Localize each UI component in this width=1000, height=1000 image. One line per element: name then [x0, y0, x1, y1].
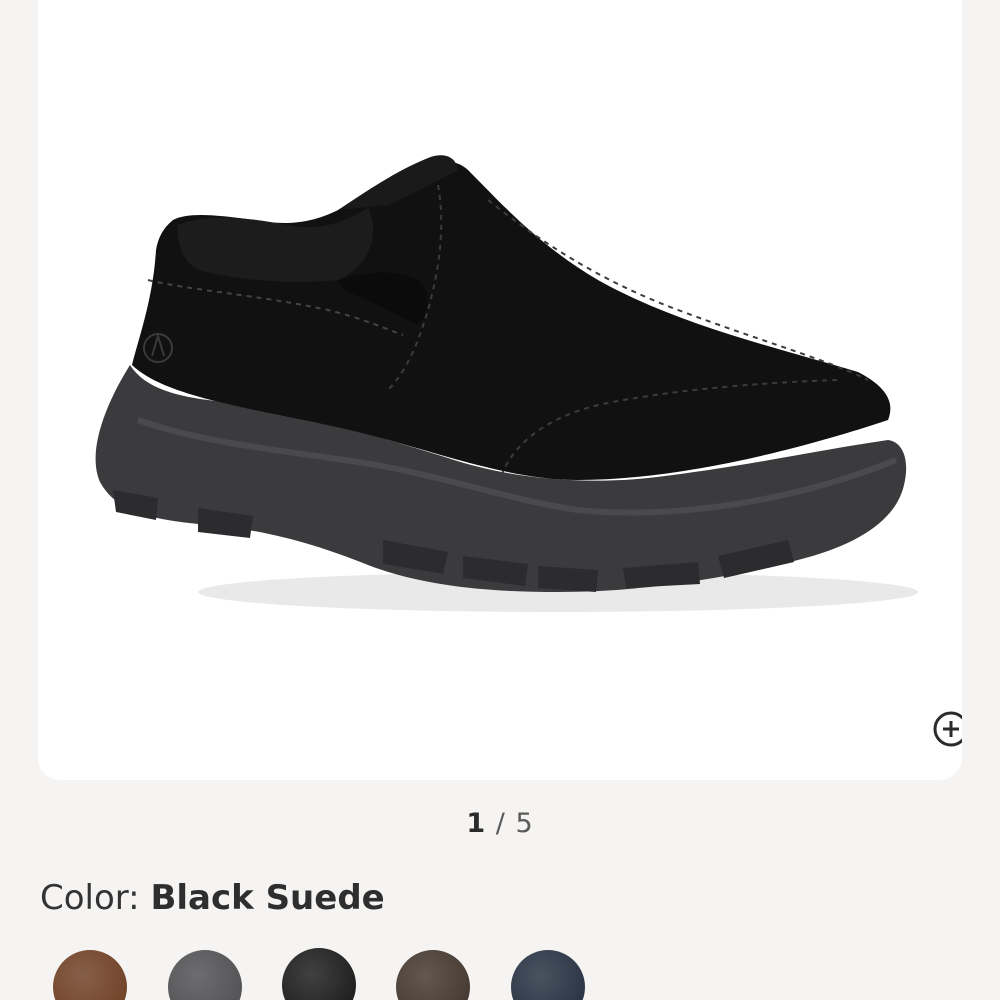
pager-separator: /: [495, 808, 506, 839]
image-pager: 1 / 5: [0, 808, 1000, 839]
color-selection-label: Color: Black Suede: [40, 878, 385, 918]
product-image-card[interactable]: [38, 0, 962, 780]
zoom-button[interactable]: [926, 704, 962, 764]
product-image: [95, 155, 918, 612]
swatch-dark-brown[interactable]: [396, 950, 470, 1000]
pager-current: 1: [466, 808, 487, 839]
color-label: Color:: [40, 878, 140, 918]
swatch-navy[interactable]: [511, 950, 585, 1000]
swatch-brown[interactable]: [53, 950, 127, 1000]
swatch-black[interactable]: [282, 948, 356, 1000]
swatch-grey[interactable]: [168, 950, 242, 1000]
selected-color-name: Black Suede: [150, 878, 385, 918]
product-page: 1 / 5 Color: Black Suede: [0, 0, 1000, 1000]
zoom-in-icon: [933, 711, 962, 747]
pager-total: 5: [515, 808, 534, 839]
